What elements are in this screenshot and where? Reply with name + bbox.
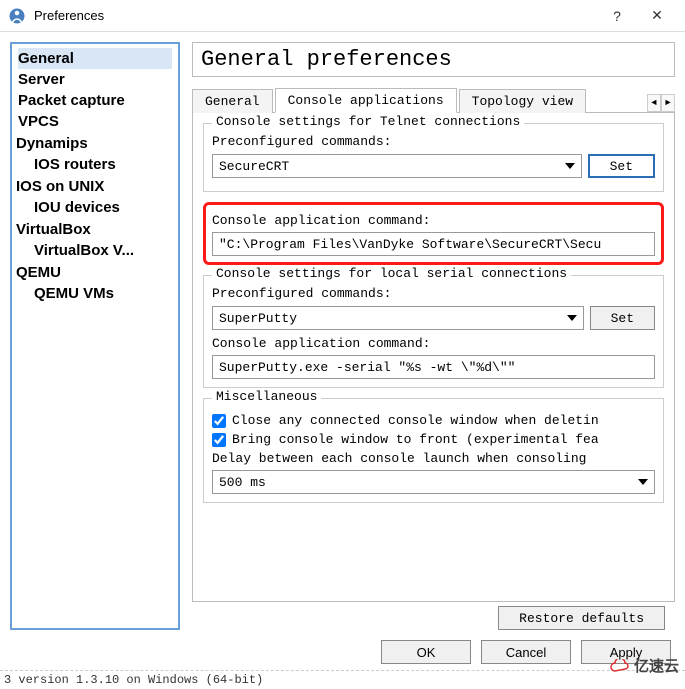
titlebar: Preferences ? ✕ [0, 0, 685, 32]
bring-front-checkbox[interactable]: Bring console window to front (experimen… [212, 432, 655, 447]
delay-label: Delay between each console launch when c… [212, 451, 655, 466]
window-title: Preferences [34, 8, 597, 23]
chevron-down-icon[interactable]: ⌄ [10, 134, 14, 152]
serial-cmd-label: Console application command: [212, 336, 655, 351]
sidebar-item-vpcs[interactable]: VPCS [18, 111, 172, 132]
preconf-label: Preconfigured commands: [212, 134, 655, 149]
sidebar-item-iou-devices[interactable]: IOU devices [18, 197, 172, 218]
tab-topology-view[interactable]: Topology view [459, 89, 586, 113]
telnet-set-button[interactable]: Set [588, 154, 655, 178]
sidebar-item-packet-capture[interactable]: Packet capture [18, 90, 172, 111]
sidebar-item-qemu[interactable]: ⌄QEMU [18, 261, 172, 283]
sidebar-item-qemu-vms[interactable]: QEMU VMs [18, 283, 172, 304]
tab-scroll-left-icon[interactable]: ◄ [647, 94, 661, 112]
tab-console-applications[interactable]: Console applications [275, 88, 457, 113]
sidebar-item-ios-routers[interactable]: IOS routers [18, 154, 172, 175]
sidebar-item-general[interactable]: General [18, 48, 172, 69]
dialog-body: General Server Packet capture VPCS ⌄Dyna… [0, 32, 685, 630]
restore-defaults-button[interactable]: Restore defaults [498, 606, 665, 630]
tab-general[interactable]: General [192, 89, 273, 113]
chevron-down-icon[interactable]: ⌄ [10, 220, 14, 238]
sidebar-item-label: IOS on UNIX [16, 178, 104, 195]
serial-group: Console settings for local serial connec… [203, 275, 664, 388]
main-panel: General preferences General Console appl… [180, 42, 675, 630]
tab-bar: General Console applications Topology vi… [192, 87, 675, 113]
sidebar-item-virtualbox[interactable]: ⌄VirtualBox [18, 218, 172, 240]
close-window-checkbox[interactable]: Close any connected console window when … [212, 413, 655, 428]
group-legend: Console settings for local serial connec… [212, 266, 571, 281]
watermark: 亿速云 [610, 655, 679, 676]
page-title: General preferences [192, 42, 675, 77]
telnet-preconf-combo[interactable]: SecureCRT [212, 154, 582, 178]
delay-combo[interactable]: 500 ms [212, 470, 655, 494]
status-bar: 3 version 1.3.10 on Windows (64-bit) [0, 670, 685, 689]
close-button[interactable]: ✕ [637, 1, 677, 31]
chevron-down-icon[interactable]: ⌄ [10, 177, 14, 195]
cancel-button[interactable]: Cancel [481, 640, 571, 664]
sidebar-item-server[interactable]: Server [18, 69, 172, 90]
serial-set-button[interactable]: Set [590, 306, 655, 330]
app-icon [8, 7, 26, 25]
sidebar-item-label: QEMU [16, 264, 61, 281]
tab-scroll-right-icon[interactable]: ► [661, 94, 675, 112]
group-legend: Miscellaneous [212, 389, 321, 404]
serial-cmd-input[interactable] [212, 355, 655, 379]
help-button[interactable]: ? [597, 1, 637, 31]
close-checkbox-label: Close any connected console window when … [232, 413, 599, 428]
front-checkbox-label: Bring console window to front (experimen… [232, 432, 599, 447]
sidebar-item-virtualbox-vms[interactable]: VirtualBox V... [18, 240, 172, 261]
close-checkbox-input[interactable] [212, 414, 226, 428]
telnet-command-group: Console application command: [203, 202, 664, 265]
sidebar: General Server Packet capture VPCS ⌄Dyna… [10, 42, 180, 630]
telnet-cmd-input[interactable] [212, 232, 655, 256]
ok-button[interactable]: OK [381, 640, 471, 664]
chevron-down-icon[interactable]: ⌄ [10, 263, 14, 281]
serial-preconf-combo[interactable]: SuperPutty [212, 306, 584, 330]
cloud-icon [610, 659, 630, 673]
dialog-footer: OK Cancel Apply [0, 630, 685, 670]
sidebar-item-dynamips[interactable]: ⌄Dynamips [18, 132, 172, 154]
front-checkbox-input[interactable] [212, 433, 226, 447]
group-legend: Console settings for Telnet connections [212, 114, 524, 129]
preconf-label: Preconfigured commands: [212, 286, 655, 301]
sidebar-item-label: VirtualBox [16, 221, 91, 238]
tab-pane: Console settings for Telnet connections … [192, 113, 675, 602]
telnet-cmd-label: Console application command: [212, 213, 655, 228]
sidebar-item-label: Dynamips [16, 135, 88, 152]
watermark-text: 亿速云 [634, 655, 679, 676]
telnet-group: Console settings for Telnet connections … [203, 123, 664, 192]
misc-group: Miscellaneous Close any connected consol… [203, 398, 664, 503]
sidebar-item-ios-on-unix[interactable]: ⌄IOS on UNIX [18, 175, 172, 197]
